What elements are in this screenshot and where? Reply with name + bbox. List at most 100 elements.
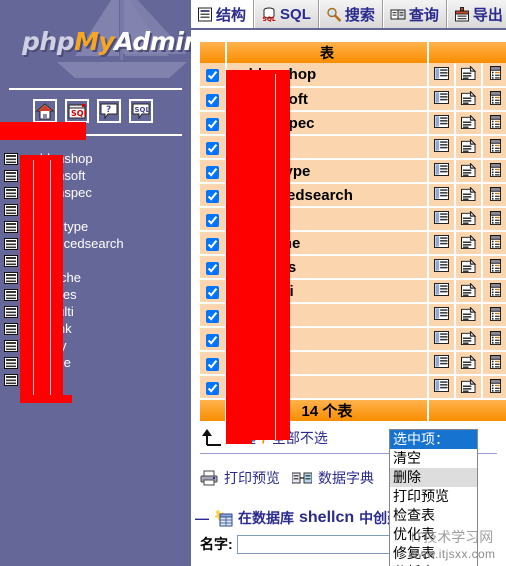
row-checkbox[interactable] [206, 213, 219, 227]
row-browse-action[interactable] [427, 207, 456, 232]
tab-0[interactable]: 结构 [191, 0, 255, 28]
row-checkbox-cell[interactable] [200, 183, 227, 208]
tab-label: 查询 [408, 6, 439, 24]
row-browse-action[interactable] [427, 183, 456, 208]
row-insert-action[interactable] [481, 231, 506, 256]
structure-icon [198, 7, 212, 21]
row-checkbox[interactable] [206, 333, 219, 347]
row-checkbox[interactable] [206, 309, 219, 323]
row-checkbox-cell[interactable] [200, 375, 227, 400]
row-structure-action[interactable] [454, 135, 483, 160]
row-checkbox-cell[interactable] [200, 63, 227, 88]
row-checkbox[interactable] [206, 165, 219, 179]
row-checkbox[interactable] [206, 69, 219, 83]
row-checkbox[interactable] [206, 237, 219, 251]
row-browse-action[interactable] [427, 135, 456, 160]
row-checkbox-cell[interactable] [200, 255, 227, 280]
row-structure-action[interactable] [454, 87, 483, 112]
structure-edit-icon [461, 305, 477, 321]
row-checkbox[interactable] [206, 141, 219, 155]
row-checkbox-cell[interactable] [200, 327, 227, 352]
row-checkbox[interactable] [206, 357, 219, 371]
row-checkbox[interactable] [206, 93, 219, 107]
tab-3[interactable]: 查询 [382, 0, 447, 28]
row-structure-action[interactable] [454, 255, 483, 280]
row-insert-action[interactable] [481, 279, 506, 304]
dropdown-option[interactable]: 打印预览 [390, 487, 477, 506]
row-browse-action[interactable] [427, 375, 456, 400]
row-insert-action[interactable] [481, 303, 506, 328]
row-insert-action[interactable] [481, 159, 506, 184]
new-table-name-input[interactable] [236, 534, 405, 554]
row-browse-action[interactable] [427, 279, 456, 304]
row-browse-action[interactable] [427, 231, 456, 256]
row-insert-action[interactable] [481, 255, 506, 280]
row-structure-action[interactable] [454, 231, 483, 256]
row-checkbox-cell[interactable] [200, 351, 227, 376]
row-checkbox-cell[interactable] [200, 159, 227, 184]
row-checkbox-cell[interactable] [200, 303, 227, 328]
row-insert-action[interactable] [481, 87, 506, 112]
row-browse-action[interactable] [427, 327, 456, 352]
row-checkbox-cell[interactable] [200, 87, 227, 112]
sql-help-button[interactable]: SQL [129, 99, 153, 123]
row-browse-action[interactable] [427, 87, 456, 112]
row-structure-action[interactable] [454, 327, 483, 352]
row-insert-action[interactable] [481, 207, 506, 232]
row-structure-action[interactable] [454, 159, 483, 184]
row-browse-action[interactable] [427, 351, 456, 376]
row-insert-action[interactable] [481, 111, 506, 136]
structure-edit-icon [461, 65, 477, 80]
row-structure-action[interactable] [454, 375, 483, 400]
row-checkbox-cell[interactable] [200, 231, 227, 256]
row-structure-action[interactable] [454, 351, 483, 376]
row-checkbox-cell[interactable] [200, 111, 227, 136]
help-icon: ? [100, 103, 118, 119]
row-structure-action[interactable] [454, 303, 483, 328]
table-icon [4, 169, 18, 182]
row-checkbox[interactable] [206, 117, 219, 131]
dropdown-option[interactable]: 删除 [390, 468, 477, 487]
tab-4[interactable]: 导出 [446, 0, 506, 28]
row-checkbox-cell[interactable] [200, 135, 227, 160]
footer-spacer [200, 399, 227, 421]
print-preview-link[interactable]: 打印预览 [224, 468, 280, 488]
dropdown-header[interactable]: 选中项： [390, 430, 477, 449]
structure-edit-icon [461, 329, 477, 345]
row-checkbox-cell[interactable] [200, 279, 227, 304]
row-structure-action[interactable] [454, 279, 483, 304]
row-insert-action[interactable] [481, 183, 506, 208]
row-browse-action[interactable] [427, 63, 456, 88]
with-selected-dropdown[interactable]: 选中项：清空删除打印预览检查表优化表修复表分析表 [389, 429, 478, 566]
row-browse-action[interactable] [427, 303, 456, 328]
insert-icon [489, 354, 501, 369]
home-button[interactable] [33, 99, 57, 123]
row-insert-action[interactable] [481, 63, 506, 88]
row-checkbox[interactable] [206, 285, 219, 299]
row-structure-action[interactable] [454, 207, 483, 232]
row-insert-action[interactable] [481, 135, 506, 160]
tab-2[interactable]: 搜索 [318, 0, 383, 28]
row-checkbox[interactable] [206, 381, 219, 395]
row-checkbox-cell[interactable] [200, 207, 227, 232]
row-checkbox[interactable] [206, 189, 219, 203]
row-structure-action[interactable] [454, 183, 483, 208]
data-dictionary-link[interactable]: 数据字典 [318, 468, 374, 488]
row-browse-action[interactable] [427, 255, 456, 280]
row-insert-action[interactable] [481, 351, 506, 376]
sql-window-button[interactable]: SQL [65, 99, 89, 123]
row-insert-action[interactable] [481, 375, 506, 400]
dropdown-option[interactable]: 清空 [390, 449, 477, 468]
dropdown-option[interactable]: 优化表 [390, 525, 477, 544]
row-structure-action[interactable] [454, 63, 483, 88]
tab-1[interactable]: SQL SQL [254, 0, 319, 28]
row-checkbox[interactable] [206, 261, 219, 275]
row-insert-action[interactable] [481, 327, 506, 352]
dropdown-option[interactable]: 修复表 [390, 544, 477, 563]
row-structure-action[interactable] [454, 111, 483, 136]
help-button[interactable]: ? [97, 99, 121, 123]
table-icon [4, 271, 18, 284]
dropdown-option[interactable]: 检查表 [390, 506, 477, 525]
row-browse-action[interactable] [427, 111, 456, 136]
row-browse-action[interactable] [427, 159, 456, 184]
